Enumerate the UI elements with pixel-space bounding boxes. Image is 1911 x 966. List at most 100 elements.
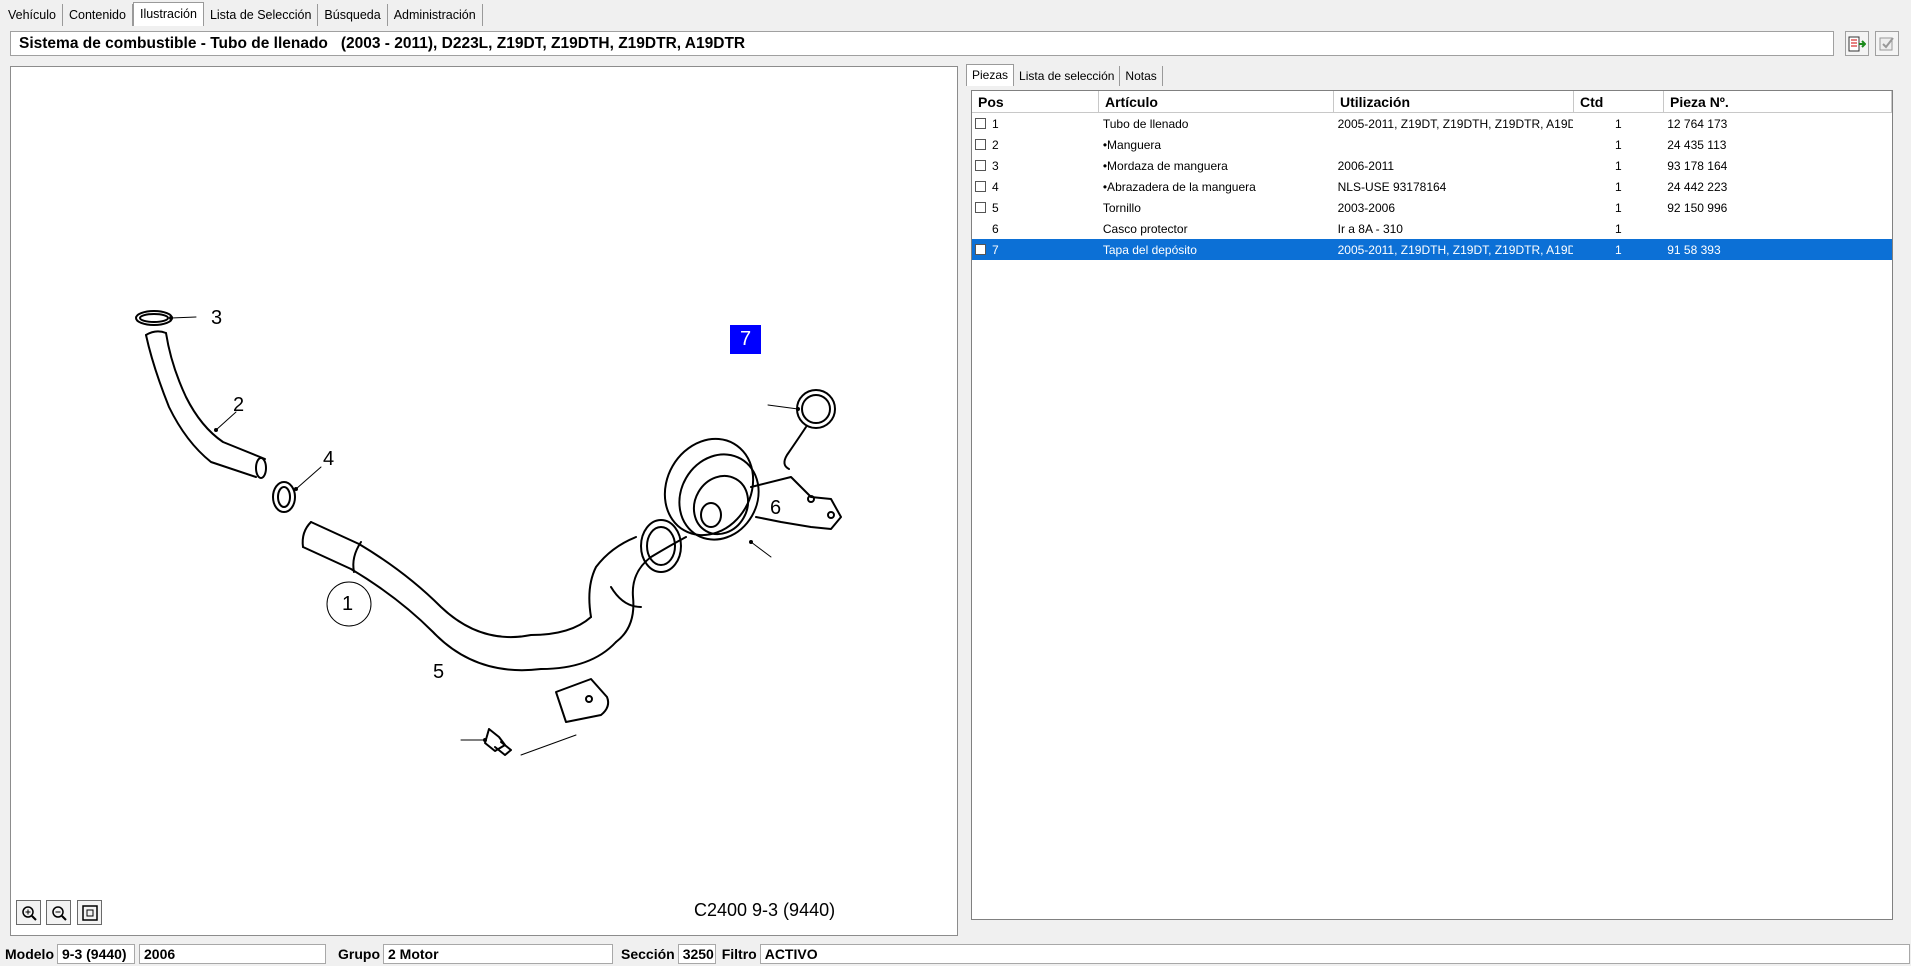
callout-5[interactable]: 5	[433, 661, 444, 683]
table-row[interactable]: 5 Tornillo 2003-2006 1 92 150 996	[972, 197, 1892, 218]
cell-utilizacion: 2005-2011, Z19DTH, Z19DT, Z19DTR, A19DTR	[1337, 242, 1574, 257]
row-checkbox[interactable]	[975, 139, 986, 150]
tab-vehiculo[interactable]: Vehículo	[2, 4, 63, 26]
status-modelo-label: Modelo	[5, 945, 54, 962]
cell-articulo: •Manguera	[1102, 137, 1162, 152]
fit-to-window-icon	[81, 904, 98, 921]
row-checkbox[interactable]	[975, 118, 986, 129]
zoom-out-icon	[51, 905, 67, 921]
table-row[interactable]: 2 •Manguera 1 24 435 113	[972, 134, 1892, 155]
status-bar: Modelo 9-3 (9440) 2006 Grupo 2 Motor Sec…	[0, 941, 1911, 966]
cell-ctd: 1	[1614, 179, 1622, 194]
cell-articulo: Tubo de llenado	[1102, 116, 1189, 131]
fit-to-window-button[interactable]	[77, 900, 102, 925]
cell-articulo: •Abrazadera de la manguera	[1102, 179, 1256, 194]
tab-notas[interactable]: Notas	[1120, 66, 1163, 86]
tab-lista-seleccion[interactable]: Lista de Selección	[203, 4, 319, 26]
cell-pieza: 12 764 173	[1667, 116, 1728, 131]
cell-articulo: Tapa del depósito	[1102, 242, 1197, 257]
callout-6[interactable]: 6	[770, 497, 781, 519]
tab-administracion[interactable]: Administración	[387, 4, 483, 26]
status-grupo-value: 2 Motor	[383, 943, 613, 964]
diagram-code-label: C2400 9-3 (9440)	[694, 900, 836, 920]
pos-text: 7	[992, 242, 999, 257]
callout-3[interactable]: 3	[211, 307, 222, 329]
cell-articulo: Casco protector	[1102, 221, 1188, 236]
status-grupo-label: Grupo	[338, 945, 380, 962]
pos-text: 3	[992, 158, 999, 173]
row-checkbox[interactable]	[975, 181, 986, 192]
checklist-button[interactable]	[1875, 31, 1899, 56]
cell-pos: 3	[972, 159, 1099, 173]
cell-pos: 2	[972, 138, 1099, 152]
main-tabs: Vehículo Contenido Ilustración Lista de …	[2, 2, 483, 26]
pos-text: 6	[992, 221, 999, 236]
cell-utilizacion: 2003-2006	[1337, 200, 1395, 215]
status-seccion-value: 3250	[677, 943, 716, 964]
table-row[interactable]: 4 •Abrazadera de la manguera NLS-USE 93178…	[972, 176, 1892, 197]
table-header: Pos Artículo Utilización Ctd Pieza Nº.	[972, 91, 1892, 113]
table-row[interactable]: 7 Tapa del depósito 2005-2011, Z19DTH, Z19…	[972, 239, 1892, 260]
cell-pieza: 24 442 223	[1667, 179, 1728, 194]
tab-contenido[interactable]: Contenido	[62, 4, 133, 26]
row-checkbox	[975, 223, 986, 234]
page-title: Sistema de combustible - Tubo de llenado…	[10, 31, 1834, 56]
pos-text: 1	[992, 116, 999, 131]
cell-ctd: 1	[1614, 158, 1622, 173]
row-checkbox[interactable]	[975, 160, 986, 171]
parts-table: Pos Artículo Utilización Ctd Pieza Nº. 1…	[971, 90, 1893, 920]
row-checkbox[interactable]	[975, 202, 986, 213]
cell-ctd: 1	[1614, 200, 1622, 215]
cell-pos: 7	[972, 243, 1099, 257]
tab-piezas[interactable]: Piezas	[966, 64, 1015, 86]
parts-tabs: Piezas Lista de selección Notas	[966, 64, 1163, 86]
col-header-articulo[interactable]: Artículo	[1099, 91, 1334, 113]
callout-1[interactable]: 1	[342, 593, 353, 615]
table-row[interactable]: 3 •Mordaza de manguera 2006-2011 1 93 178 16…	[972, 155, 1892, 176]
callout-2[interactable]: 2	[233, 394, 244, 416]
status-filtro-label: Filtro	[721, 945, 757, 962]
col-header-utilizacion[interactable]: Utilización	[1334, 91, 1574, 113]
app-window: Vehículo Contenido Ilustración Lista de …	[0, 0, 1911, 966]
cell-pos: 6	[972, 222, 1099, 236]
status-seccion-label: Sección	[621, 945, 675, 962]
col-header-pieza[interactable]: Pieza Nº.	[1664, 91, 1892, 113]
checklist-icon	[1879, 36, 1894, 50]
cell-utilizacion: NLS-USE 93178164	[1337, 179, 1447, 194]
table-body: 1 Tubo de llenado 2005-2011, Z19DT, Z19DTH…	[972, 113, 1892, 260]
pos-text: 5	[992, 200, 999, 215]
cell-pieza: 92 150 996	[1667, 200, 1728, 215]
zoom-in-icon	[21, 905, 37, 921]
pos-text: 4	[992, 179, 999, 194]
cell-ctd: 1	[1614, 242, 1622, 257]
zoom-in-button[interactable]	[16, 900, 41, 925]
panel-splitter[interactable]	[960, 66, 964, 936]
cell-pieza: 91 58 393	[1667, 242, 1721, 257]
cell-pos: 5	[972, 201, 1099, 215]
row-checkbox[interactable]	[975, 244, 986, 255]
col-header-pos[interactable]: Pos	[972, 91, 1099, 113]
cell-pos: 4	[972, 180, 1099, 194]
cell-pos: 1	[972, 117, 1099, 131]
cell-pieza: 24 435 113	[1667, 137, 1727, 152]
pos-text: 2	[992, 137, 999, 152]
illustration-panel: 1 2 3 4 5 6 7 C2400 9-3 (9440)	[10, 66, 958, 936]
tab-lista-de-seleccion[interactable]: Lista de selección	[1014, 66, 1121, 86]
tab-busqueda[interactable]: Búsqueda	[318, 4, 388, 26]
table-row[interactable]: 1 Tubo de llenado 2005-2011, Z19DT, Z19DTH…	[972, 113, 1892, 134]
cell-pieza: 93 178 164	[1667, 158, 1728, 173]
status-filtro-value: ACTIVO	[759, 943, 1910, 964]
table-row[interactable]: 6 Casco protector Ir a 8A - 310 1	[972, 218, 1892, 239]
callout-4[interactable]: 4	[323, 448, 334, 470]
status-modelo-value: 9-3 (9440)	[57, 943, 135, 964]
tab-ilustracion[interactable]: Ilustración	[132, 2, 204, 26]
cell-ctd: 1	[1614, 116, 1622, 131]
callout-7-highlighted[interactable]: 7	[730, 325, 761, 354]
zoom-out-button[interactable]	[46, 900, 71, 925]
cell-utilizacion: 2005-2011, Z19DT, Z19DTH, Z19DTR, A19DTR	[1337, 116, 1574, 131]
filler-pipe-part[interactable]	[310, 521, 592, 639]
col-header-ctd[interactable]: Ctd	[1574, 91, 1664, 113]
status-year-value: 2006	[139, 943, 326, 964]
export-list-button[interactable]	[1845, 31, 1869, 56]
parts-diagram	[135, 310, 842, 756]
